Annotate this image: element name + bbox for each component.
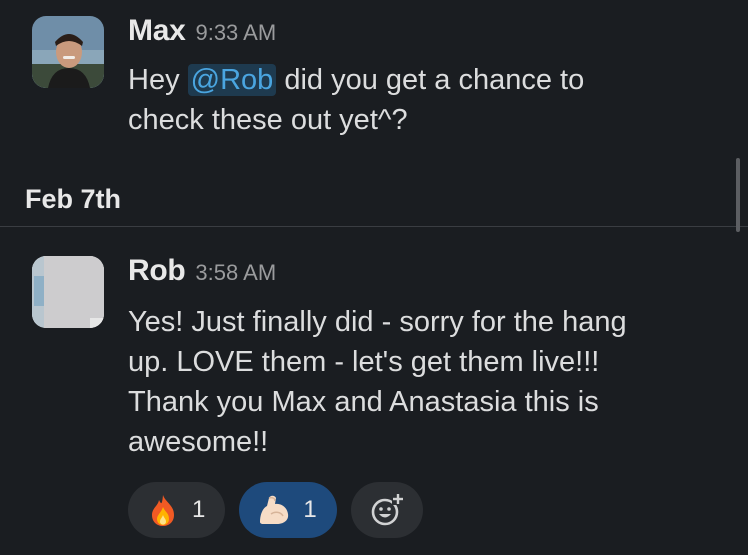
date-label[interactable]: Feb 7th <box>25 184 121 215</box>
reaction-fire[interactable]: 1 <box>128 482 226 538</box>
message-text: Hey @Rob did you get a chance to check t… <box>128 60 584 140</box>
scrollbar[interactable] <box>736 158 740 232</box>
message-timestamp[interactable]: 3:58 AM <box>195 260 276 286</box>
reactions-bar: 1 1 <box>128 482 423 538</box>
add-reaction-icon <box>371 493 404 526</box>
add-reaction-button[interactable] <box>350 482 423 538</box>
reaction-count: 1 <box>303 496 317 523</box>
message-line: up. LOVE them - let's get them live!!! <box>128 346 600 378</box>
avatar-max-image <box>32 16 104 88</box>
divider-line <box>0 226 748 227</box>
message-line: Yes! Just finally did - sorry for the ha… <box>128 306 627 338</box>
message-text: Yes! Just finally did - sorry for the ha… <box>128 302 627 462</box>
message-line: awesome!! <box>128 426 269 458</box>
message-line: check these out yet^? <box>128 104 408 136</box>
message-line: Hey @Rob did you get a chance to <box>128 60 584 100</box>
date-divider: Feb 7th <box>0 176 748 228</box>
fire-icon <box>146 493 180 527</box>
message-line: Thank you Max and Anastasia this is <box>128 386 599 418</box>
reaction-flexed-biceps[interactable]: 1 <box>239 482 337 538</box>
avatar-rob-image <box>32 256 104 328</box>
message-timestamp[interactable]: 9:33 AM <box>195 20 276 46</box>
message-text-segment: did you get a chance to <box>284 64 585 96</box>
user-mention[interactable]: @Rob <box>187 64 277 96</box>
sender-name[interactable]: Rob <box>128 254 186 288</box>
flexed-biceps-icon <box>257 493 291 527</box>
avatar-max[interactable] <box>32 16 104 88</box>
sender-name[interactable]: Max <box>128 14 186 48</box>
chat-window: Max 9:33 AM Hey @Rob did you get a chanc… <box>0 0 748 555</box>
reaction-count: 1 <box>192 496 206 523</box>
message-text-segment: Hey <box>128 64 180 96</box>
avatar-rob[interactable] <box>32 256 104 328</box>
